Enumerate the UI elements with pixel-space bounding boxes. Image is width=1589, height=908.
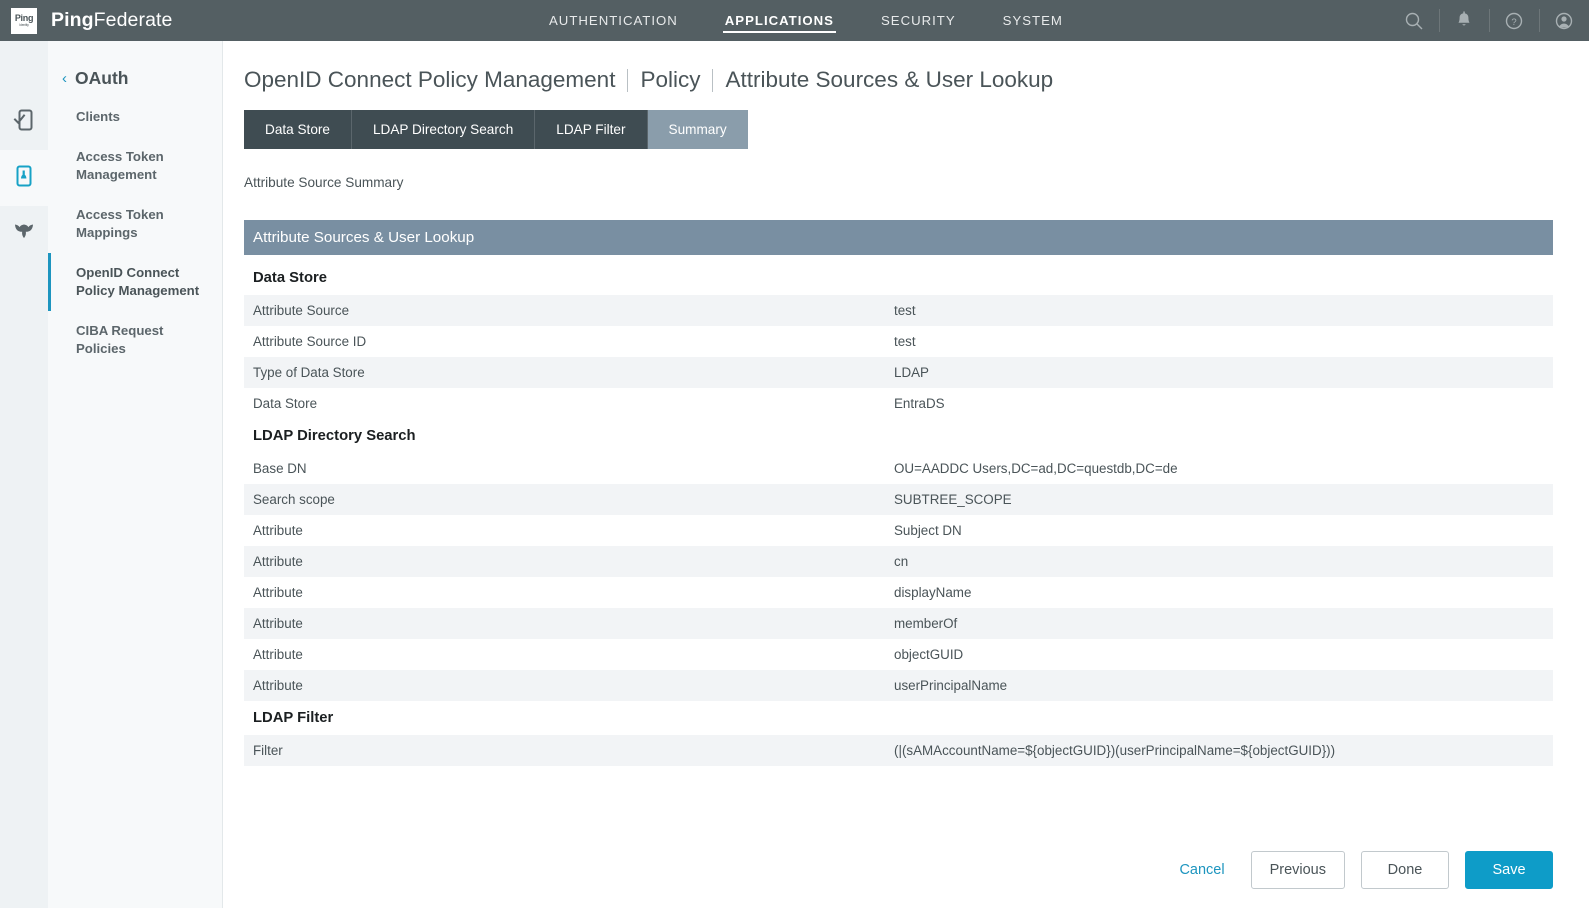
group-heading-ldap-filter: LDAP Filter [244, 701, 1553, 735]
product-name-bold: Ping [51, 9, 94, 31]
summary-banner: Attribute Sources & User Lookup [244, 220, 1553, 255]
main-navigation: AUTHENTICATION APPLICATIONS SECURITY SYS… [549, 0, 1063, 41]
page-body: ‹ OAuth Clients Access Token Management … [0, 41, 1589, 908]
page-title: OpenID Connect Policy Management Policy … [244, 67, 1553, 93]
table-row: Attribute userPrincipalName [244, 670, 1553, 701]
brand[interactable]: Ping Identity PingFederate [0, 8, 223, 34]
row-key: Attribute [253, 585, 894, 600]
ping-logo-line1: Ping [15, 14, 33, 23]
nav-item-security[interactable]: SECURITY [881, 0, 956, 41]
table-row: Type of Data Store LDAP [244, 357, 1553, 388]
svg-text:?: ? [1511, 17, 1516, 28]
rail-item-policies[interactable] [0, 206, 48, 262]
top-bar: Ping Identity PingFederate AUTHENTICATIO… [0, 0, 1589, 41]
rail-item-access-token[interactable] [0, 150, 48, 206]
sidebar-item-openid-connect-policy-management[interactable]: OpenID Connect Policy Management [48, 253, 222, 311]
table-row: Attribute memberOf [244, 608, 1553, 639]
page-title-part-1: OpenID Connect Policy Management [244, 67, 615, 93]
tab-summary[interactable]: Summary [648, 110, 748, 149]
row-value: LDAP [894, 365, 1553, 380]
sidebar-item-clients[interactable]: Clients [48, 97, 222, 137]
row-value: memberOf [894, 616, 1553, 631]
icon-rail [0, 41, 48, 908]
sidebar-item-access-token-management[interactable]: Access Token Management [48, 137, 222, 195]
save-button[interactable]: Save [1465, 851, 1553, 889]
row-key: Base DN [253, 461, 894, 476]
top-bar-icons: ? [1389, 0, 1589, 41]
nav-item-applications[interactable]: APPLICATIONS [725, 0, 834, 41]
row-value: objectGUID [894, 647, 1553, 662]
row-key: Attribute [253, 554, 894, 569]
row-key: Attribute Source [253, 303, 894, 318]
table-row: Data Store EntraDS [244, 388, 1553, 419]
group-heading-ldap-directory-search: LDAP Directory Search [244, 419, 1553, 453]
table-row: Attribute displayName [244, 577, 1553, 608]
row-value: displayName [894, 585, 1553, 600]
product-name-rest: Federate [94, 9, 173, 31]
row-value: test [894, 334, 1553, 349]
row-value: EntraDS [894, 396, 1553, 411]
table-row: Filter (|(sAMAccountName=${objectGUID})(… [244, 735, 1553, 766]
row-value: cn [894, 554, 1553, 569]
table-row: Attribute objectGUID [244, 639, 1553, 670]
chevron-left-icon: ‹ [62, 71, 67, 86]
help-icon[interactable]: ? [1489, 0, 1539, 41]
row-key: Filter [253, 743, 894, 758]
row-value: SUBTREE_SCOPE [894, 492, 1553, 507]
row-value: userPrincipalName [894, 678, 1553, 693]
tab-data-store[interactable]: Data Store [244, 110, 352, 149]
search-icon[interactable] [1389, 0, 1439, 41]
sidebar-item-access-token-mappings[interactable]: Access Token Mappings [48, 195, 222, 253]
ping-logo-icon: Ping Identity [11, 8, 37, 34]
table-row: Attribute Source ID test [244, 326, 1553, 357]
row-key: Attribute [253, 647, 894, 662]
row-key: Data Store [253, 396, 894, 411]
row-key: Attribute [253, 616, 894, 631]
bell-icon[interactable] [1439, 0, 1489, 41]
table-row: Attribute Subject DN [244, 515, 1553, 546]
tab-ldap-directory-search[interactable]: LDAP Directory Search [352, 110, 535, 149]
table-row: Attribute Source test [244, 295, 1553, 326]
sidebar-item-ciba-request-policies[interactable]: CIBA Request Policies [48, 311, 222, 369]
table-row: Base DN OU=AADDC Users,DC=ad,DC=questdb,… [244, 453, 1553, 484]
policy-shield-icon [12, 221, 36, 248]
cancel-button[interactable]: Cancel [1169, 862, 1234, 878]
rail-item-clients[interactable] [0, 94, 48, 150]
previous-button[interactable]: Previous [1251, 851, 1345, 889]
user-avatar-icon[interactable] [1539, 0, 1589, 41]
table-row: Attribute cn [244, 546, 1553, 577]
row-key: Attribute [253, 523, 894, 538]
row-value: (|(sAMAccountName=${objectGUID})(userPri… [894, 743, 1553, 758]
page-title-part-3: Attribute Sources & User Lookup [725, 67, 1053, 93]
page-title-part-2: Policy [640, 67, 700, 93]
row-value: OU=AADDC Users,DC=ad,DC=questdb,DC=de [894, 461, 1553, 476]
row-value: Subject DN [894, 523, 1553, 538]
row-key: Type of Data Store [253, 365, 894, 380]
row-key: Attribute Source ID [253, 334, 894, 349]
ping-logo-line2: Identity [19, 24, 28, 27]
tab-bar: Data Store LDAP Directory Search LDAP Fi… [244, 110, 1553, 149]
done-button[interactable]: Done [1361, 851, 1449, 889]
title-separator [627, 69, 628, 92]
main-content: OpenID Connect Policy Management Policy … [223, 41, 1589, 908]
sub-navigation: ‹ OAuth Clients Access Token Management … [48, 41, 223, 908]
table-row: Search scope SUBTREE_SCOPE [244, 484, 1553, 515]
access-token-icon [13, 164, 35, 193]
row-key: Attribute [253, 678, 894, 693]
sub-navigation-title: OAuth [75, 68, 128, 89]
section-label: Attribute Source Summary [244, 175, 1553, 190]
group-heading-data-store: Data Store [244, 261, 1553, 295]
row-key: Search scope [253, 492, 894, 507]
nav-item-system[interactable]: SYSTEM [1003, 0, 1063, 41]
title-separator [712, 69, 713, 92]
clients-icon [13, 108, 35, 137]
form-actions: Cancel Previous Done Save [244, 851, 1553, 889]
row-value: test [894, 303, 1553, 318]
nav-item-authentication[interactable]: AUTHENTICATION [549, 0, 678, 41]
sub-navigation-back[interactable]: ‹ OAuth [48, 59, 222, 97]
tab-ldap-filter[interactable]: LDAP Filter [535, 110, 647, 149]
product-name: PingFederate [51, 9, 173, 32]
